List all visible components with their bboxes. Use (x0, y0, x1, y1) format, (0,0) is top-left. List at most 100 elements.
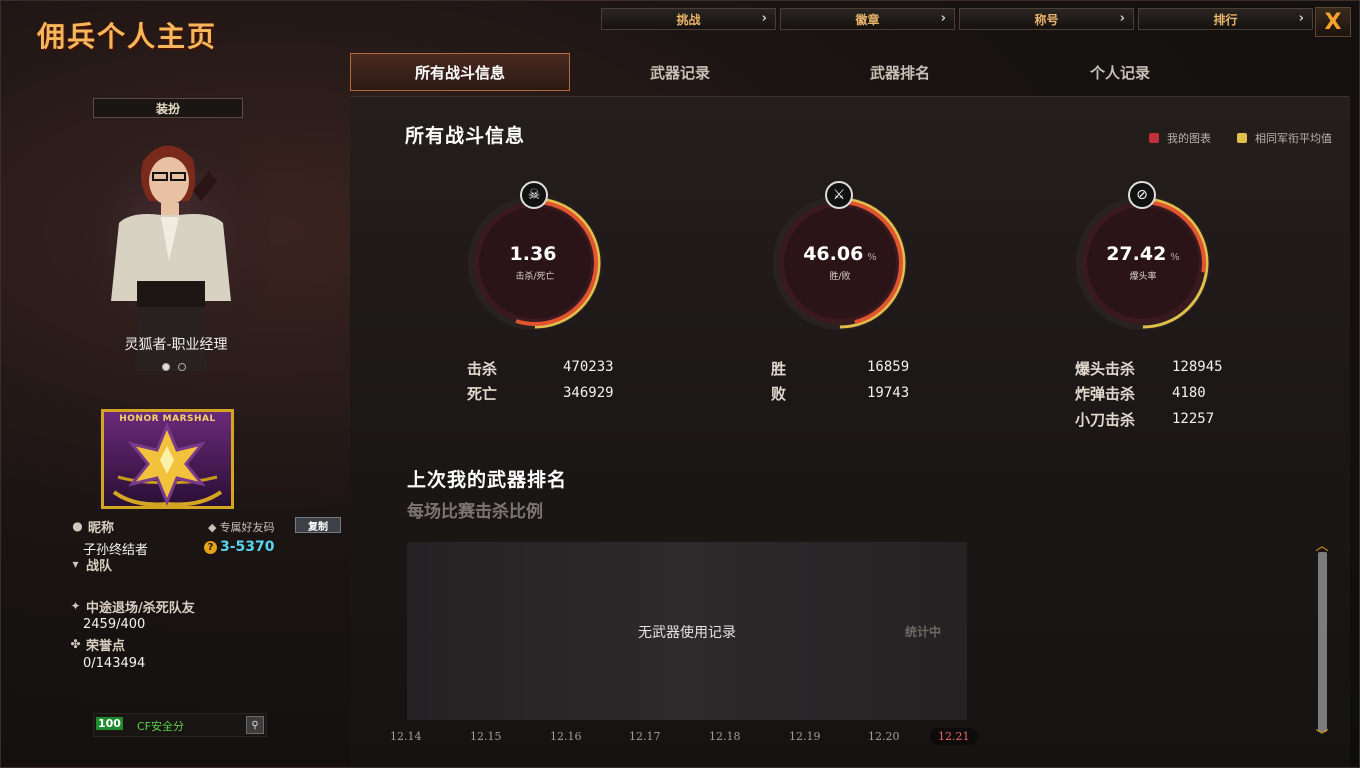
chart-status-label: 统计中 (905, 625, 942, 639)
team-shield-icon: ▾ (72, 557, 79, 571)
close-button[interactable]: X (1315, 7, 1351, 37)
safety-score: 100 (96, 717, 123, 730)
chart-legend: 我的图表 相同军衔平均值 (1149, 130, 1332, 146)
bomb-kills-value: 4180 (1172, 385, 1206, 401)
chart-empty-message: 无武器使用记录 (638, 625, 736, 641)
carousel-dot[interactable] (178, 363, 186, 371)
date-tick[interactable]: 12.18 (709, 730, 741, 743)
date-tick[interactable]: 12.17 (629, 730, 661, 743)
quit-label: ✦ 中途退场/杀死队友 (69, 597, 194, 617)
kills-value: 470233 (563, 359, 614, 375)
weapon-chart-area: 无武器使用记录 (407, 542, 967, 720)
tag-icon: ◆ (208, 520, 217, 534)
team-label: ▾ 战队 (69, 555, 113, 575)
wins-label: 胜 (771, 360, 787, 378)
tab-weapon-ranking[interactable]: 武器排名 (790, 53, 1010, 91)
tab-all-battle-info[interactable]: 所有战斗信息 (350, 53, 570, 91)
deaths-value: 346929 (563, 385, 614, 401)
gauge-value: 1.36 (465, 243, 605, 265)
weapon-ranking-subtitle: 每场比赛击杀比例 (407, 502, 543, 522)
gauge-label: 胜/败 (829, 272, 851, 282)
legend-item-mine: 我的图表 (1149, 130, 1211, 146)
search-icon[interactable]: ⚲ (246, 716, 264, 734)
weapon-ranking-title: 上次我的武器排名 (407, 469, 568, 491)
losses-value: 19743 (867, 385, 910, 401)
gauge-number: 46.06 (803, 243, 864, 265)
date-tick[interactable]: 12.20 (868, 730, 900, 743)
headshot-kills-value: 128945 (1172, 359, 1223, 375)
safety-label: CF安全分 (137, 720, 185, 733)
chevron-right-icon: › (761, 11, 767, 26)
help-icon[interactable]: ? (204, 540, 217, 554)
legend-label: 我的图表 (1167, 132, 1211, 145)
app-window: 佣兵个人主页 挑战 › 徽章 › 称号 › 排行 › X 所有战斗信息 武器记录 武器排… (0, 0, 1360, 768)
gauge-unit: % (867, 252, 877, 263)
losses-label: 败 (771, 385, 787, 403)
safety-score-bar: 100 CF安全分 ⚲ (93, 713, 267, 737)
skull-icon: ☠ (520, 181, 548, 209)
section-title: 所有战斗信息 (405, 125, 526, 147)
nav-badge-button[interactable]: 徽章 › (780, 8, 955, 30)
date-tick[interactable]: 12.15 (470, 730, 502, 743)
scroll-down-icon[interactable]: ﹀ (1313, 730, 1331, 743)
kills-label: 击杀 (467, 360, 498, 378)
date-tick[interactable]: 12.14 (390, 730, 422, 743)
person-icon: ● (72, 519, 83, 533)
gauge-value: 27.42% (1073, 243, 1213, 265)
legend-swatch-mine (1149, 133, 1159, 143)
star-emblem-icon (112, 422, 223, 507)
gauge-number: 27.42 (1106, 243, 1167, 265)
knife-kills-label: 小刀击杀 (1075, 411, 1136, 429)
outfit-button[interactable]: 装扮 (93, 98, 243, 118)
crossed-guns-icon: ⚔ (825, 181, 853, 209)
knife-kills-value: 12257 (1172, 411, 1215, 427)
chevron-right-icon: › (940, 11, 946, 26)
gauge-kd: ☠ 1.36 击杀/死亡 (465, 181, 605, 331)
gauge-win-rate: ⚔ 46.06% 胜/败 (770, 181, 910, 331)
carousel-dot-active[interactable] (162, 363, 170, 371)
nav-label: 挑战 (676, 12, 701, 27)
profile-panel: 装扮 灵狐者-职业经理 HONOR MARSHAL ● 昵称 ◆ 专属好友码 复… (1, 89, 347, 767)
character-name: 灵狐者-职业经理 (124, 337, 228, 353)
copy-button[interactable]: 复制 (295, 517, 341, 533)
nav-label: 徽章 (855, 12, 880, 27)
nav-ranking-button[interactable]: 排行 › (1138, 8, 1313, 30)
quit-value: 2459/400 (83, 617, 146, 632)
scroll-up-icon[interactable]: ︿ (1313, 540, 1331, 553)
battle-info-panel: 所有战斗信息 我的图表 相同军衔平均值 ☠ 1.36 击杀/死亡 ⚔ 46.06… (350, 97, 1350, 767)
nickname-label-text: 昵称 (88, 521, 115, 536)
friend-code-label-text: 专属好友码 (219, 521, 275, 534)
gauge-label: 爆头率 (1129, 272, 1157, 282)
honor-label: ✤ 荣誉点 (69, 635, 126, 655)
deaths-label: 死亡 (467, 385, 498, 403)
scroll-thumb[interactable] (1318, 552, 1327, 732)
running-figure-icon: ✦ (70, 599, 81, 613)
friend-code-value: ? 3-5370 (204, 539, 275, 555)
nav-challenge-button[interactable]: 挑战 › (601, 8, 776, 30)
honor-value: 0/143494 (83, 656, 146, 671)
honor-label-text: 荣誉点 (86, 639, 126, 654)
no-rifle-icon: ⊘ (1128, 181, 1156, 209)
nav-title-button[interactable]: 称号 › (959, 8, 1134, 30)
team-label-text: 战队 (86, 559, 113, 574)
gauge-value: 46.06% (770, 243, 910, 265)
gauge-label: 击杀/死亡 (515, 272, 555, 282)
carousel-dots (162, 363, 186, 371)
date-tick-selected[interactable]: 12.21 (930, 728, 978, 745)
legend-label: 相同军衔平均值 (1255, 132, 1332, 145)
gauge-headshot-rate: ⊘ 27.42% 爆头率 (1073, 181, 1213, 331)
nickname-label: ● 昵称 (71, 517, 115, 537)
tab-weapon-records[interactable]: 武器记录 (570, 53, 790, 91)
headshot-kills-label: 爆头击杀 (1075, 360, 1136, 378)
date-tick[interactable]: 12.19 (789, 730, 821, 743)
chevron-right-icon: › (1298, 11, 1304, 26)
top-nav: 挑战 › 徽章 › 称号 › 排行 › (601, 8, 1313, 30)
bomb-kills-label: 炸弹击杀 (1075, 385, 1136, 403)
legend-item-average: 相同军衔平均值 (1237, 130, 1332, 146)
vertical-scrollbar[interactable]: ︿ ﹀ (1313, 540, 1331, 743)
tab-personal-records[interactable]: 个人记录 (1010, 53, 1230, 91)
app-title: 佣兵个人主页 (37, 20, 218, 53)
friend-code-text: 3-5370 (220, 539, 275, 555)
gauge-unit: % (1170, 252, 1180, 263)
date-tick[interactable]: 12.16 (550, 730, 582, 743)
